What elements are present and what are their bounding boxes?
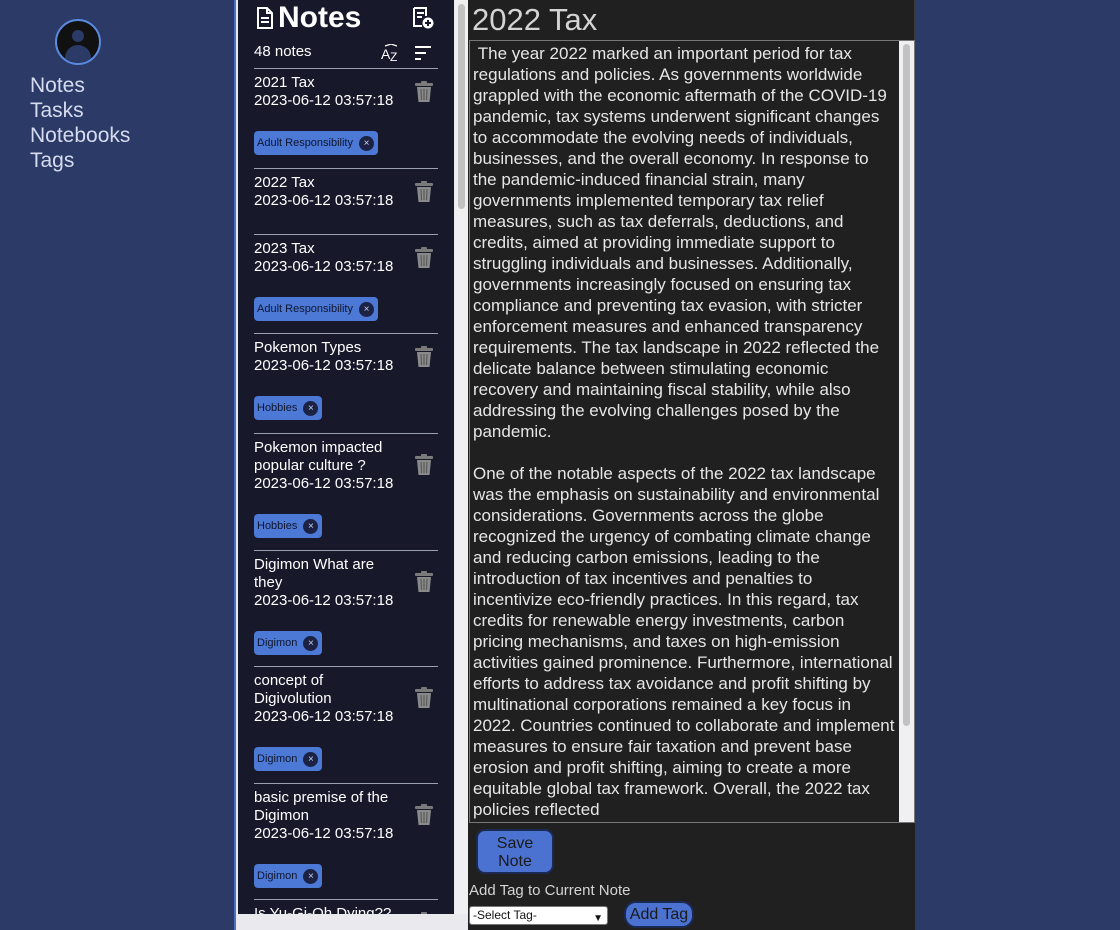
note-date: 2023-06-12 03:57:18 [254, 92, 394, 109]
note-title-input[interactable]: 2022 Tax [468, 0, 915, 40]
note-item[interactable]: 2022 Tax 2023-06-12 03:57:18 [254, 168, 438, 234]
remove-tag-icon[interactable]: × [303, 751, 319, 767]
tag-label: Hobbies [257, 402, 298, 414]
notes-panel: Notes 48 notes A Z 2021 Tax 2023-06-12 0… [234, 0, 468, 930]
nav-item-notes[interactable]: Notes [30, 73, 130, 98]
note-item[interactable]: 2021 Tax 2023-06-12 03:57:18 Adult Respo… [254, 68, 438, 168]
note-item[interactable]: Pokemon Types 2023-06-12 03:57:18 Hobbie… [254, 333, 438, 433]
note-date: 2023-06-12 03:57:18 [254, 357, 394, 374]
note-date: 2023-06-12 03:57:18 [254, 592, 394, 609]
note-title: 2022 Tax [254, 174, 315, 191]
note-item[interactable]: 2023 Tax 2023-06-12 03:57:18 Adult Respo… [254, 234, 438, 333]
note-item[interactable]: Pokemon impacted popular culture ? 2023-… [254, 433, 438, 550]
note-body-textarea[interactable]: The year 2022 marked an important period… [469, 40, 915, 823]
remove-tag-icon[interactable]: × [303, 400, 319, 416]
trash-icon[interactable] [414, 81, 434, 102]
editor-panel: 2022 Tax The year 2022 marked an importa… [468, 0, 915, 930]
note-date: 2023-06-12 03:57:18 [254, 475, 394, 492]
editor-scrollbar[interactable] [899, 41, 914, 822]
note-title: 2021 Tax [254, 74, 315, 91]
side-nav: Notes Tasks Notebooks Tags [0, 0, 234, 930]
tag-pill: Adult Responsibility × [254, 131, 378, 155]
remove-tag-icon[interactable]: × [303, 635, 319, 651]
tag-select[interactable]: -Select Tag- ▼ [469, 906, 608, 925]
trash-icon[interactable] [414, 454, 434, 475]
note-title: Pokemon Types [254, 339, 362, 356]
notes-list-container: Notes 48 notes A Z 2021 Tax 2023-06-12 0… [238, 0, 454, 914]
nav-item-tasks[interactable]: Tasks [30, 98, 130, 123]
nav-item-tags[interactable]: Tags [30, 148, 130, 173]
remove-tag-icon[interactable]: × [303, 518, 319, 534]
tag-pill: Hobbies × [254, 514, 323, 538]
note-item[interactable]: basic premise of the Digimon 2023-06-12 … [254, 783, 438, 899]
tag-pill: Digimon × [254, 864, 323, 888]
chevron-down-icon: ▼ [593, 913, 603, 924]
note-date: 2023-06-12 03:57:18 [254, 192, 394, 209]
remove-tag-icon[interactable]: × [359, 301, 374, 317]
tag-label: Digimon [257, 637, 298, 649]
note-item[interactable]: Is Yu-Gi-Oh Dying?? [254, 899, 438, 914]
note-title: Digimon What are they [254, 556, 375, 591]
tag-pill: Adult Responsibility × [254, 297, 378, 321]
note-title: Is Yu-Gi-Oh Dying?? [254, 905, 392, 914]
add-tag-button[interactable]: Add Tag [624, 901, 694, 928]
tag-label: Adult Responsibility [257, 303, 353, 315]
tag-pill: Digimon × [254, 747, 323, 771]
note-title: 2023 Tax [254, 240, 315, 257]
add-tag-label: Add Tag to Current Note [469, 882, 631, 899]
tag-label: Digimon [257, 870, 298, 882]
tag-pill: Hobbies × [254, 396, 323, 420]
notes-scrollbar[interactable] [455, 0, 468, 914]
notes-count: 48 notes [254, 43, 312, 60]
tag-label: Adult Responsibility [257, 137, 353, 149]
trash-icon[interactable] [414, 181, 434, 202]
tag-pill: Digimon × [254, 631, 323, 655]
trash-icon[interactable] [414, 247, 434, 268]
note-date: 2023-06-12 03:57:18 [254, 825, 394, 842]
sort-az-icon[interactable]: A Z [381, 44, 401, 62]
notes-header: Notes [256, 1, 362, 34]
note-title: basic premise of the Digimon [254, 789, 389, 824]
new-note-icon[interactable] [412, 7, 434, 29]
trash-icon[interactable] [414, 571, 434, 592]
tag-label: Digimon [257, 753, 298, 765]
tag-label: Hobbies [257, 520, 298, 532]
note-title: Pokemon impacted popular culture ? [254, 439, 383, 474]
document-icon [257, 7, 273, 29]
sort-lines-icon[interactable] [414, 45, 432, 61]
note-title: concept of Digivolution [254, 672, 332, 707]
save-note-button[interactable]: Save Note [476, 829, 554, 874]
remove-tag-icon[interactable]: × [359, 135, 374, 151]
remove-tag-icon[interactable]: × [303, 868, 319, 884]
trash-icon[interactable] [414, 346, 434, 367]
trash-icon[interactable] [414, 687, 434, 708]
user-avatar-icon[interactable] [55, 19, 101, 65]
trash-icon[interactable] [414, 804, 434, 825]
note-date: 2023-06-12 03:57:18 [254, 258, 394, 275]
nav-links: Notes Tasks Notebooks Tags [30, 73, 130, 173]
trash-icon[interactable] [414, 912, 434, 914]
note-date: 2023-06-12 03:57:18 [254, 708, 394, 725]
tag-select-value: -Select Tag- [473, 908, 537, 922]
notes-title: Notes [278, 1, 362, 34]
nav-item-notebooks[interactable]: Notebooks [30, 123, 130, 148]
svg-text:Z: Z [390, 50, 397, 62]
note-item[interactable]: concept of Digivolution 2023-06-12 03:57… [254, 666, 438, 783]
note-item[interactable]: Digimon What are they 2023-06-12 03:57:1… [254, 550, 438, 666]
note-list: 2021 Tax 2023-06-12 03:57:18 Adult Respo… [254, 68, 438, 914]
